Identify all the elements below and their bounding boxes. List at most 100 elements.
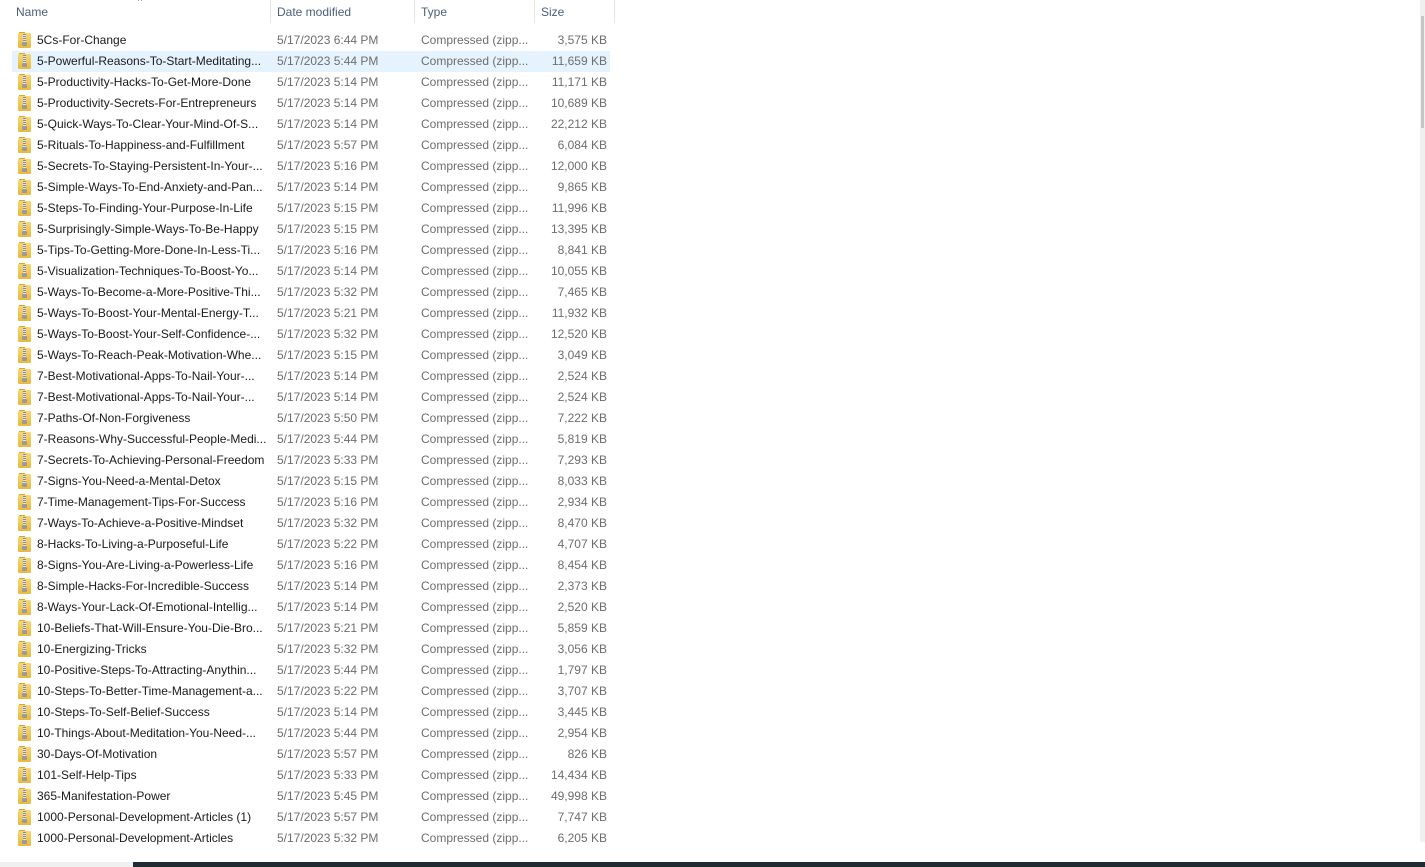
file-row[interactable]: 7-Paths-Of-Non-Forgiveness 5/17/2023 5:5… — [0, 408, 620, 429]
file-type: Compressed (zipp... — [421, 810, 529, 824]
file-name: 365-Manifestation-Power — [37, 789, 171, 803]
file-row[interactable]: 7-Time-Management-Tips-For-Success 5/17/… — [0, 492, 620, 513]
zip-folder-icon — [18, 116, 34, 133]
file-row[interactable]: 10-Things-About-Meditation-You-Need-... … — [0, 723, 620, 744]
file-row[interactable]: 5-Quick-Ways-To-Clear-Your-Mind-Of-S... … — [0, 114, 620, 135]
file-row[interactable]: 5-Surprisingly-Simple-Ways-To-Be-Happy 5… — [0, 219, 620, 240]
file-row[interactable]: 5-Steps-To-Finding-Your-Purpose-In-Life … — [0, 198, 620, 219]
zip-folder-icon — [18, 305, 34, 322]
zip-folder-icon — [18, 284, 34, 301]
file-type: Compressed (zipp... — [421, 243, 529, 257]
zip-folder-icon — [18, 347, 34, 364]
file-date-modified: 5/17/2023 5:14 PM — [277, 579, 379, 593]
file-date-modified: 5/17/2023 5:15 PM — [277, 201, 379, 215]
file-row[interactable]: 5-Powerful-Reasons-To-Start-Meditating..… — [0, 51, 620, 72]
zip-folder-icon — [18, 326, 34, 343]
file-row[interactable]: 10-Energizing-Tricks 5/17/2023 5:32 PM C… — [0, 639, 620, 660]
file-row[interactable]: 5-Tips-To-Getting-More-Done-In-Less-Ti..… — [0, 240, 620, 261]
zip-folder-icon — [18, 158, 34, 175]
file-name: 30-Days-Of-Motivation — [37, 747, 158, 761]
file-row[interactable]: 101-Self-Help-Tips 5/17/2023 5:33 PM Com… — [0, 765, 620, 786]
file-row[interactable]: 7-Signs-You-Need-a-Mental-Detox 5/17/202… — [0, 471, 620, 492]
file-date-modified: 5/17/2023 5:32 PM — [277, 327, 379, 341]
file-row[interactable]: 5-Visualization-Techniques-To-Boost-Yo..… — [0, 261, 620, 282]
column-header-type[interactable]: Type — [415, 0, 534, 24]
file-date-modified: 5/17/2023 5:44 PM — [277, 432, 379, 446]
scrollbar-thumb[interactable] — [1421, 16, 1424, 128]
zip-folder-icon — [18, 620, 34, 637]
file-size: 2,373 KB — [557, 579, 607, 593]
zip-folder-icon — [18, 74, 34, 91]
file-name: 5-Ways-To-Boost-Your-Self-Confidence-... — [37, 327, 261, 341]
file-row[interactable]: 7-Ways-To-Achieve-a-Positive-Mindset 5/1… — [0, 513, 620, 534]
file-date-modified: 5/17/2023 5:16 PM — [277, 243, 379, 257]
file-row[interactable]: 7-Best-Motivational-Apps-To-Nail-Your-..… — [0, 366, 620, 387]
file-row[interactable]: 5-Ways-To-Boost-Your-Mental-Energy-T... … — [0, 303, 620, 324]
file-type: Compressed (zipp... — [421, 789, 529, 803]
column-header-date-modified[interactable]: Date modified — [271, 0, 414, 24]
file-type: Compressed (zipp... — [421, 327, 529, 341]
file-date-modified: 5/17/2023 5:14 PM — [277, 180, 379, 194]
file-row[interactable]: 8-Simple-Hacks-For-Incredible-Success 5/… — [0, 576, 620, 597]
file-type: Compressed (zipp... — [421, 747, 529, 761]
file-name: 5-Ways-To-Become-a-More-Positive-Thi... — [37, 285, 261, 299]
file-row[interactable]: 10-Steps-To-Better-Time-Management-a... … — [0, 681, 620, 702]
file-date-modified: 5/17/2023 5:50 PM — [277, 411, 379, 425]
file-row[interactable]: 10-Positive-Steps-To-Attracting-Anythin.… — [0, 660, 620, 681]
file-row[interactable]: 5-Simple-Ways-To-End-Anxiety-and-Pan... … — [0, 177, 620, 198]
file-name: 5-Ways-To-Boost-Your-Mental-Energy-T... — [37, 306, 259, 320]
file-type: Compressed (zipp... — [421, 600, 529, 614]
file-name: 5-Secrets-To-Staying-Persistent-In-Your-… — [37, 159, 263, 173]
file-row[interactable]: 10-Beliefs-That-Will-Ensure-You-Die-Bro.… — [0, 618, 620, 639]
vertical-scrollbar[interactable] — [1420, 0, 1425, 842]
file-row[interactable]: 5-Productivity-Secrets-For-Entrepreneurs… — [0, 93, 620, 114]
file-row[interactable]: 5-Secrets-To-Staying-Persistent-In-Your-… — [0, 156, 620, 177]
file-type: Compressed (zipp... — [421, 348, 529, 362]
file-name: 7-Ways-To-Achieve-a-Positive-Mindset — [37, 516, 244, 530]
file-name: 5-Tips-To-Getting-More-Done-In-Less-Ti..… — [37, 243, 261, 257]
file-row[interactable]: 5-Ways-To-Boost-Your-Self-Confidence-...… — [0, 324, 620, 345]
file-size: 2,520 KB — [557, 600, 607, 614]
file-name: 7-Signs-You-Need-a-Mental-Detox — [37, 474, 221, 488]
file-row[interactable]: 30-Days-Of-Motivation 5/17/2023 5:57 PM … — [0, 744, 620, 765]
file-type: Compressed (zipp... — [421, 285, 529, 299]
file-row[interactable]: 5-Productivity-Hacks-To-Get-More-Done 5/… — [0, 72, 620, 93]
file-row[interactable]: 365-Manifestation-Power 5/17/2023 5:45 P… — [0, 786, 620, 807]
file-size: 5,819 KB — [557, 432, 607, 446]
file-type: Compressed (zipp... — [421, 264, 529, 278]
file-row[interactable]: 8-Hacks-To-Living-a-Purposeful-Life 5/17… — [0, 534, 620, 555]
file-type: Compressed (zipp... — [421, 390, 529, 404]
file-date-modified: 5/17/2023 5:14 PM — [277, 264, 379, 278]
file-row[interactable]: 1000-Personal-Development-Articles (1) 5… — [0, 807, 620, 828]
file-date-modified: 5/17/2023 5:44 PM — [277, 726, 379, 740]
file-size: 11,171 KB — [551, 75, 607, 89]
file-type: Compressed (zipp... — [421, 369, 529, 383]
file-date-modified: 5/17/2023 5:16 PM — [277, 495, 379, 509]
file-row[interactable]: 8-Signs-You-Are-Living-a-Powerless-Life … — [0, 555, 620, 576]
file-row[interactable]: 10-Steps-To-Self-Belief-Success 5/17/202… — [0, 702, 620, 723]
column-header-name[interactable]: Name — [10, 0, 270, 24]
file-type: Compressed (zipp... — [421, 558, 529, 572]
file-type: Compressed (zipp... — [421, 201, 529, 215]
file-row[interactable]: 5Cs-For-Change 5/17/2023 6:44 PM Compres… — [0, 30, 620, 51]
file-row[interactable]: 5-Rituals-To-Happiness-and-Fulfillment 5… — [0, 135, 620, 156]
file-name: 10-Steps-To-Better-Time-Management-a... — [37, 684, 263, 698]
column-divider[interactable] — [614, 0, 615, 23]
file-row[interactable]: 7-Secrets-To-Achieving-Personal-Freedom … — [0, 450, 620, 471]
file-row[interactable]: 1000-Personal-Development-Articles 5/17/… — [0, 828, 620, 849]
file-row[interactable]: 7-Reasons-Why-Successful-People-Medi... … — [0, 429, 620, 450]
zip-folder-icon — [18, 473, 34, 490]
file-row[interactable]: 8-Ways-Your-Lack-Of-Emotional-Intellig..… — [0, 597, 620, 618]
file-row[interactable]: 7-Best-Motivational-Apps-To-Nail-Your-..… — [0, 387, 620, 408]
file-name: 5-Productivity-Hacks-To-Get-More-Done — [37, 75, 252, 89]
column-header-size[interactable]: Size — [535, 0, 614, 24]
file-size: 4,707 KB — [557, 537, 607, 551]
file-date-modified: 5/17/2023 5:45 PM — [277, 789, 379, 803]
file-name: 5-Steps-To-Finding-Your-Purpose-In-Life — [37, 201, 253, 215]
file-row[interactable]: 5-Ways-To-Reach-Peak-Motivation-Whe... 5… — [0, 345, 620, 366]
file-row[interactable]: 5-Ways-To-Become-a-More-Positive-Thi... … — [0, 282, 620, 303]
file-size: 3,575 KB — [557, 33, 607, 47]
file-name: 5Cs-For-Change — [37, 33, 127, 47]
file-size: 7,293 KB — [557, 453, 607, 467]
file-size: 12,520 KB — [550, 327, 607, 341]
